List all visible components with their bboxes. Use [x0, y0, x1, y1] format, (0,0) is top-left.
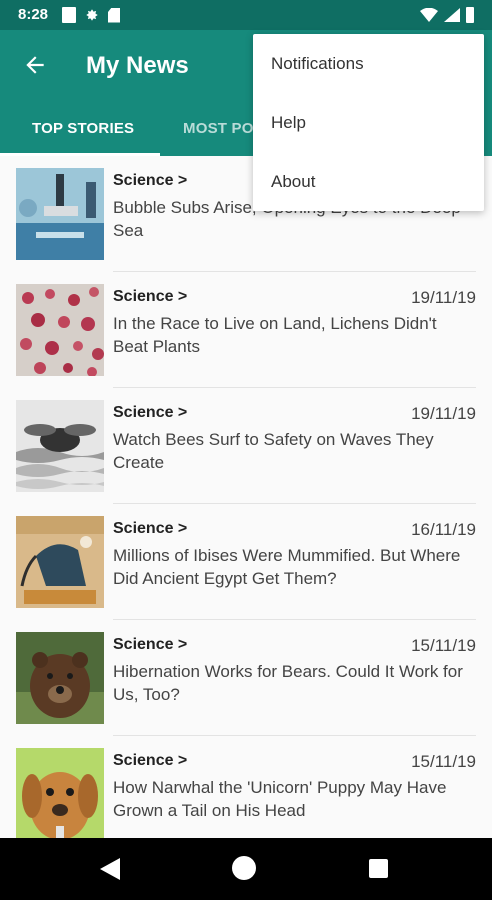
article-headline[interactable]: Millions of Ibises Were Mummified. But W…	[113, 544, 475, 590]
article-category[interactable]: Science >	[113, 752, 187, 770]
menu-item-help[interactable]: Help	[271, 113, 306, 133]
article-row[interactable]: Science > 19/11/19 In the Race to Live o…	[0, 272, 492, 388]
tab-top-stories[interactable]: TOP STORIES	[32, 120, 134, 137]
system-nav-bar	[0, 838, 492, 900]
status-bar: 8:28	[0, 0, 492, 30]
nav-home-icon[interactable]	[232, 856, 256, 880]
article-date: 15/11/19	[411, 752, 476, 771]
article-category[interactable]: Science >	[113, 520, 187, 538]
sd-card-icon	[108, 7, 120, 23]
article-category[interactable]: Science >	[113, 636, 187, 654]
article-date: 16/11/19	[411, 520, 476, 539]
signal-icon	[444, 8, 460, 22]
status-time: 8:28	[18, 6, 49, 23]
status-icons-right	[420, 7, 474, 23]
page-title: My News	[86, 52, 189, 79]
article-row[interactable]: Science > 16/11/19 Millions of Ibises We…	[0, 504, 492, 620]
status-icons-left	[62, 7, 120, 23]
nav-back-icon[interactable]	[100, 858, 120, 880]
article-headline[interactable]: How Narwhal the 'Unicorn' Puppy May Have…	[113, 776, 475, 822]
article-thumbnail	[16, 748, 104, 840]
article-date: 19/11/19	[411, 404, 476, 423]
article-thumbnail	[16, 400, 104, 492]
article-thumbnail	[16, 516, 104, 608]
nav-recents-icon[interactable]	[369, 859, 388, 878]
article-headline[interactable]: Watch Bees Surf to Safety on Waves They …	[113, 428, 475, 474]
article-headline[interactable]: Hibernation Works for Bears. Could It Wo…	[113, 660, 475, 706]
article-category[interactable]: Science >	[113, 288, 187, 306]
article-thumbnail	[16, 168, 104, 260]
article-date: 15/11/19	[411, 636, 476, 655]
article-headline[interactable]: In the Race to Live on Land, Lichens Did…	[113, 312, 475, 358]
battery-icon	[466, 7, 474, 23]
article-thumbnail	[16, 632, 104, 724]
menu-item-notifications[interactable]: Notifications	[271, 54, 364, 74]
wifi-icon	[420, 8, 438, 22]
article-row[interactable]: Science > 15/11/19 Hibernation Works for…	[0, 620, 492, 736]
article-row[interactable]: Science > 19/11/19 Watch Bees Surf to Sa…	[0, 388, 492, 504]
article-thumbnail	[16, 284, 104, 376]
article-category[interactable]: Science >	[113, 172, 187, 190]
gear-icon	[86, 9, 98, 21]
tab-most-popular[interactable]: MOST PO	[183, 120, 254, 137]
article-row[interactable]: Science > 15/11/19 How Narwhal the 'Unic…	[0, 736, 492, 852]
article-list: Science > Bubble Subs Arise, Opening Eye…	[0, 156, 492, 852]
menu-item-about[interactable]: About	[271, 172, 315, 192]
back-arrow-icon[interactable]	[22, 52, 48, 78]
overflow-menu: Notifications Help About	[253, 34, 484, 211]
notification-square-icon	[62, 7, 76, 23]
article-category[interactable]: Science >	[113, 404, 187, 422]
article-date: 19/11/19	[411, 288, 476, 307]
